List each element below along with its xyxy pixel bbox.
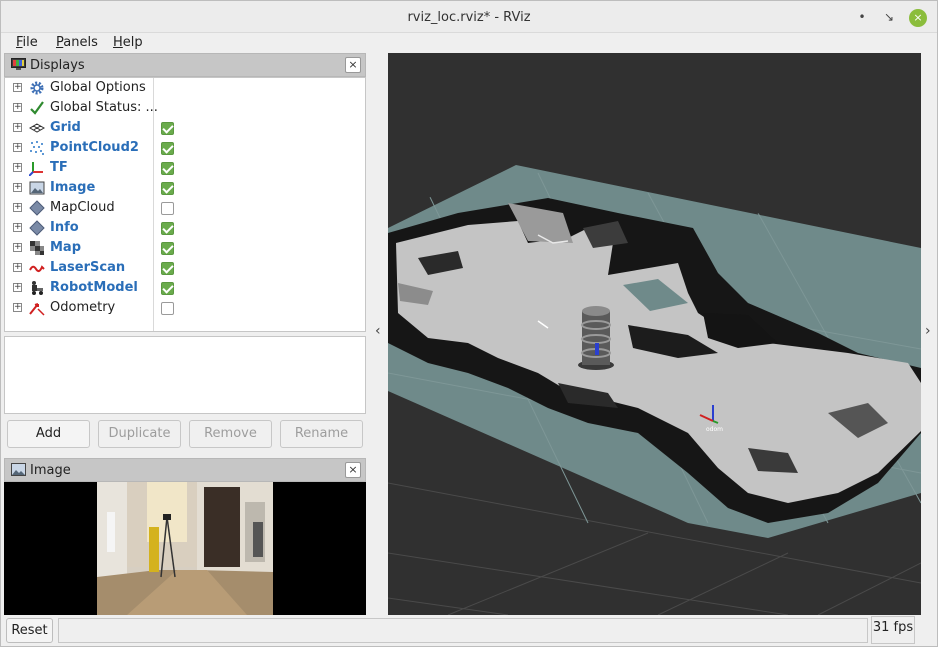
display-enabled-checkbox[interactable] <box>161 302 174 315</box>
menu-panels[interactable]: Panels <box>56 35 98 50</box>
camera-feed-image <box>97 482 273 615</box>
expand-toggle[interactable]: + <box>13 163 22 172</box>
display-item-label: TF <box>50 160 68 175</box>
menu-help[interactable]: Help <box>113 35 143 50</box>
robot-model <box>578 306 614 370</box>
image-icon <box>11 463 26 476</box>
title-bar: rviz_loc.rviz* - RViz • ↘ × <box>1 1 937 33</box>
displays-tree: + Global Options + Global Status: ... + … <box>4 77 366 332</box>
expand-toggle[interactable]: + <box>13 83 22 92</box>
display-item-label: Global Status: ... <box>50 100 158 115</box>
display-item-global-options[interactable]: + Global Options <box>5 78 365 98</box>
close-window-button[interactable]: × <box>909 9 927 27</box>
expand-toggle[interactable]: + <box>13 123 22 132</box>
display-enabled-checkbox[interactable] <box>161 202 174 215</box>
rviz-window: rviz_loc.rviz* - RViz • ↘ × File Panels … <box>0 0 938 647</box>
display-item-odometry[interactable]: + Odometry <box>5 298 365 318</box>
display-item-pointcloud2[interactable]: + PointCloud2 <box>5 138 365 158</box>
pointcloud-icon <box>30 141 44 155</box>
checkmark-icon <box>30 101 44 115</box>
display-enabled-checkbox[interactable] <box>161 122 174 135</box>
display-item-image[interactable]: + Image <box>5 178 365 198</box>
maximize-button[interactable]: ↘ <box>881 9 897 25</box>
monitor-icon <box>11 58 26 70</box>
image-panel-close-button[interactable]: × <box>345 462 361 478</box>
expand-toggle[interactable]: + <box>13 263 22 272</box>
expand-toggle[interactable]: + <box>13 283 22 292</box>
displays-panel-close-button[interactable]: × <box>345 57 361 73</box>
display-enabled-checkbox[interactable] <box>161 162 174 175</box>
display-item-label: Map <box>50 240 82 255</box>
displays-panel-header: Displays × <box>4 53 366 77</box>
duplicate-display-button[interactable]: Duplicate <box>98 420 181 448</box>
rename-display-button[interactable]: Rename <box>280 420 363 448</box>
display-item-label: MapCloud <box>50 200 115 215</box>
laserscan-icon <box>29 265 45 273</box>
display-enabled-checkbox[interactable] <box>161 182 174 195</box>
display-item-tf[interactable]: + TF <box>5 158 365 178</box>
expand-toggle[interactable]: + <box>13 243 22 252</box>
diamond-icon <box>29 220 45 236</box>
menu-file[interactable]: File <box>16 35 38 50</box>
remove-display-button[interactable]: Remove <box>189 420 272 448</box>
fps-counter: 31 fps <box>871 616 915 644</box>
display-enabled-checkbox[interactable] <box>161 262 174 275</box>
gear-icon <box>30 81 44 95</box>
image-icon <box>29 181 45 195</box>
display-item-label: Global Options <box>50 80 146 95</box>
map-icon <box>30 241 44 255</box>
display-item-label: Image <box>50 180 96 195</box>
expand-toggle[interactable]: + <box>13 143 22 152</box>
minimize-button[interactable]: • <box>854 9 870 25</box>
expand-toggle[interactable]: + <box>13 223 22 232</box>
display-item-label: PointCloud2 <box>50 140 139 155</box>
display-item-global-status[interactable]: + Global Status: ... <box>5 98 365 118</box>
display-item-label: LaserScan <box>50 260 126 275</box>
robot-icon <box>32 281 43 295</box>
expand-toggle[interactable]: + <box>13 203 22 212</box>
menu-bar: File Panels Help <box>1 33 937 53</box>
odometry-icon <box>29 303 45 316</box>
display-item-label: Info <box>50 220 79 235</box>
display-item-info[interactable]: + Info <box>5 218 365 238</box>
camera-image-view <box>4 482 366 615</box>
add-display-button[interactable]: Add <box>7 420 90 448</box>
expand-toggle[interactable]: + <box>13 103 22 112</box>
display-enabled-checkbox[interactable] <box>161 222 174 235</box>
status-bar <box>58 618 868 643</box>
image-panel-header: Image × <box>4 458 366 482</box>
display-item-grid[interactable]: + Grid <box>5 118 365 138</box>
display-item-map[interactable]: + Map <box>5 238 365 258</box>
expand-toggle[interactable]: + <box>13 303 22 312</box>
grid-icon <box>29 123 45 133</box>
display-item-laserscan[interactable]: + LaserScan <box>5 258 365 278</box>
displays-panel-title: Displays <box>30 58 85 73</box>
diamond-icon <box>29 200 45 216</box>
display-enabled-checkbox[interactable] <box>161 242 174 255</box>
collapse-left-arrow[interactable]: ‹ <box>375 323 381 339</box>
display-item-mapcloud[interactable]: + MapCloud <box>5 198 365 218</box>
expand-toggle[interactable]: + <box>13 183 22 192</box>
tf-frame-label: odom <box>706 426 723 433</box>
display-item-label: Grid <box>50 120 81 135</box>
window-title: rviz_loc.rviz* - RViz <box>407 10 531 25</box>
3d-render-view[interactable]: odom <box>388 53 921 615</box>
image-panel-title: Image <box>30 463 71 478</box>
display-item-label: Odometry <box>50 300 116 315</box>
collapse-right-arrow[interactable]: › <box>925 323 931 339</box>
3d-scene: odom <box>388 53 921 615</box>
display-item-robotmodel[interactable]: + RobotModel <box>5 278 365 298</box>
display-enabled-checkbox[interactable] <box>161 282 174 295</box>
display-item-label: RobotModel <box>50 280 138 295</box>
axes-icon <box>29 162 43 176</box>
display-enabled-checkbox[interactable] <box>161 142 174 155</box>
display-description-area <box>4 336 366 414</box>
reset-button[interactable]: Reset <box>6 618 53 643</box>
